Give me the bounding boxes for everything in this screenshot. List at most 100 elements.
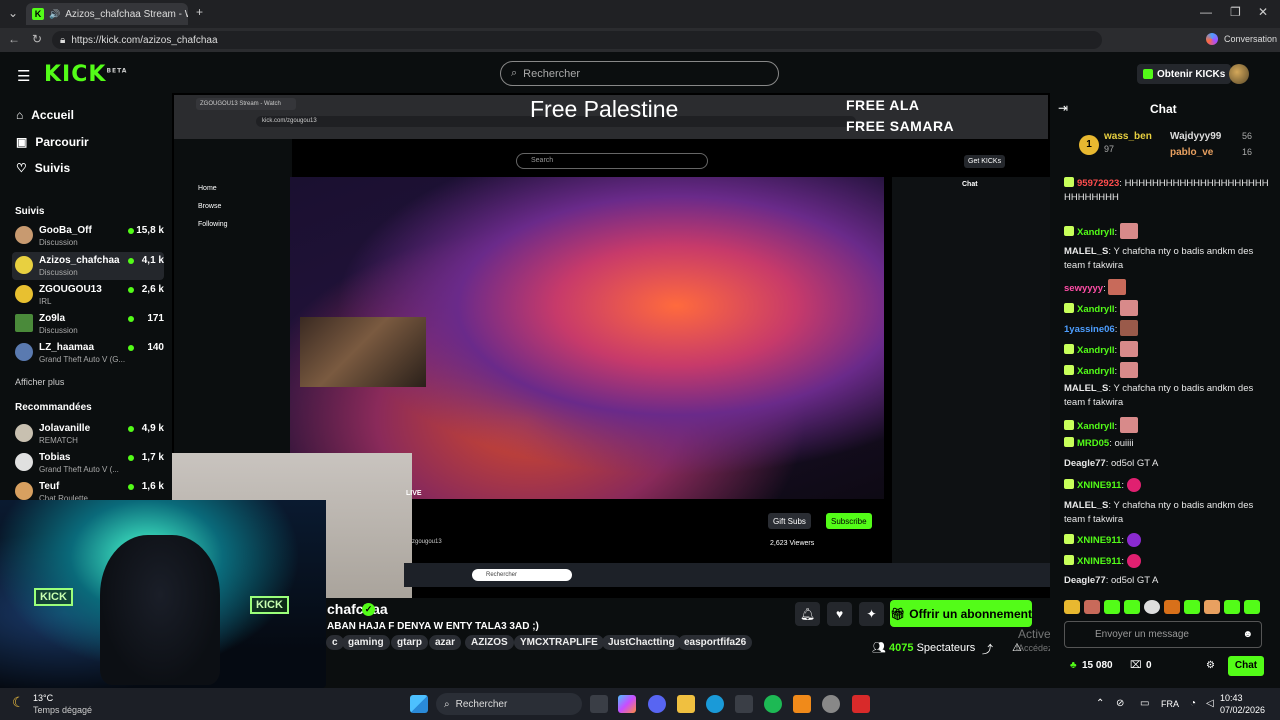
maximize-icon[interactable]: ❐ [1230, 5, 1241, 19]
nav-browse[interactable]: ▣ Parcourir [16, 135, 89, 149]
chat-user[interactable]: Deagle77 [1064, 458, 1106, 469]
obs-icon[interactable] [822, 695, 840, 713]
show-more-link[interactable]: Afficher plus [15, 377, 64, 387]
emote-icon[interactable] [1104, 600, 1120, 614]
recommended-title: Recommandées [15, 402, 92, 413]
emote-icon[interactable] [1124, 600, 1140, 614]
chat-user[interactable]: MALEL_S [1064, 246, 1108, 257]
tag-gtarp[interactable]: gtarp [391, 635, 428, 650]
browser-tab[interactable]: K 🔊 Azizos_chafchaa Stream - Wa ✕ [26, 3, 188, 25]
chat-user[interactable]: Xandryll [1077, 304, 1115, 315]
chat-user[interactable]: XNINE911 [1077, 556, 1121, 567]
volume-icon[interactable]: ◁ [1206, 698, 1214, 709]
language-indicator[interactable]: FRA [1161, 699, 1179, 709]
chat-user[interactable]: MALEL_S [1064, 383, 1108, 394]
channel-title[interactable]: chafchaa [327, 601, 388, 617]
chat-user[interactable]: Xandryll [1077, 421, 1115, 432]
tag-azar[interactable]: azar [429, 635, 462, 650]
chat-user[interactable]: sewyyyy [1064, 283, 1103, 294]
sidebar-channel[interactable]: Tobias Grand Theft Auto V (... 1,7 k [12, 449, 164, 477]
chat-user[interactable]: MRD05 [1077, 438, 1109, 449]
chat-tray-icon[interactable]: ▭ [1140, 698, 1149, 709]
url-field[interactable]: 🔒︎ https://kick.com/azizos_chafchaa [52, 31, 1102, 49]
channel-category: IRL [39, 297, 52, 306]
tab-list-icon[interactable]: ⌄ [8, 6, 18, 20]
sidebar-channel[interactable]: LZ_haamaa Grand Theft Auto V (G... 140 [12, 339, 164, 367]
tag-c[interactable]: c [326, 635, 344, 650]
copilot-icon[interactable] [1206, 33, 1218, 45]
sidebar-channel-active[interactable]: Azizos_chafchaa Discussion 4,1 k [12, 252, 164, 280]
edge-icon[interactable] [706, 695, 724, 713]
store-icon[interactable] [735, 695, 753, 713]
back-icon[interactable]: ← [8, 32, 20, 46]
sidebar-channel[interactable]: ZGOUGOU13 IRL 2,6 k [12, 281, 164, 309]
get-kicks-button[interactable]: Obtenir KICKs [1137, 64, 1232, 84]
sidebar-channel[interactable]: GooBa_Off Discussion 15,8 k [12, 222, 164, 250]
chat-user[interactable]: XNINE911 [1077, 535, 1121, 546]
tag-gaming[interactable]: gaming [342, 635, 390, 650]
chat-user[interactable]: Xandryll [1077, 227, 1115, 238]
chat-user[interactable]: Xandryll [1077, 345, 1115, 356]
menu-icon[interactable]: ☰ [17, 67, 30, 85]
chat-user[interactable]: XNINE911 [1077, 480, 1121, 491]
sidebar-channel[interactable]: Jolavanille REMATCH 4,9 k [12, 420, 164, 448]
chat-user[interactable]: 95972923 [1077, 178, 1119, 189]
chat-user[interactable]: Deagle77 [1064, 575, 1106, 586]
wifi-icon[interactable]: ◔ [1190, 698, 1196, 709]
tray-arrow-icon[interactable]: ⌃ [1096, 698, 1104, 709]
task-view-icon[interactable] [590, 695, 608, 713]
windows-start-icon[interactable] [410, 695, 428, 713]
sidebar-channel[interactable]: Zo9la Discussion 171 [12, 310, 164, 338]
tag-justchactting[interactable]: JustChactting [602, 635, 681, 650]
clock-date[interactable]: 07/02/2026 [1220, 705, 1265, 715]
send-chat-button[interactable]: Chat [1228, 656, 1264, 676]
chat-user[interactable]: MALEL_S [1064, 500, 1108, 511]
emoji-picker-icon[interactable]: ☻ [1242, 629, 1253, 640]
spotify-icon[interactable] [764, 695, 782, 713]
emote-icon[interactable] [1184, 600, 1200, 614]
chat-message-input[interactable]: Envoyer un message ☻ [1064, 621, 1262, 648]
emote-icon[interactable] [1084, 600, 1100, 614]
emote-icon[interactable] [1204, 600, 1220, 614]
emote-icon[interactable] [1064, 600, 1080, 614]
discord-icon[interactable] [648, 695, 666, 713]
nav-following[interactable]: ♡ Suivis [16, 161, 70, 175]
viewer-count: 2,6 k [141, 284, 164, 295]
gift-subscription-button[interactable]: 🎁︎ Offrir un abonnement [890, 600, 1032, 627]
notification-bell-button[interactable]: 🔔︎ [795, 602, 820, 626]
gift-box-icon[interactable]: ⌧ [1130, 660, 1142, 671]
copilot-taskbar-icon[interactable] [618, 695, 636, 713]
chat-user[interactable]: Xandryll [1077, 366, 1115, 377]
network-icon[interactable]: ⊘ [1116, 698, 1124, 709]
close-window-icon[interactable]: ✕ [1258, 5, 1268, 19]
refresh-icon[interactable]: ↻ [32, 32, 42, 46]
emote-icon[interactable] [1244, 600, 1260, 614]
avatar [15, 226, 33, 244]
chat-settings-icon[interactable]: ⚙ [1206, 660, 1215, 671]
follow-heart-button[interactable]: ♥ [827, 602, 852, 626]
vlc-icon[interactable] [793, 695, 811, 713]
clock-time[interactable]: 10:43 [1220, 693, 1243, 703]
nav-home[interactable]: ⌂ Accueil [16, 108, 74, 122]
weather-temp[interactable]: 13°C [33, 693, 53, 703]
emote-icon[interactable] [1164, 600, 1180, 614]
user-avatar[interactable] [1229, 64, 1249, 84]
taskbar-search[interactable]: ⌕ Rechercher [436, 693, 582, 715]
collapse-chat-icon[interactable]: ⇥ [1058, 101, 1068, 115]
emote-icon[interactable] [1144, 600, 1160, 614]
tag-azizos[interactable]: AZIZOS [465, 635, 514, 650]
app-icon[interactable] [852, 695, 870, 713]
share-icon[interactable]: ⤴ [982, 641, 993, 657]
emote-icon[interactable] [1224, 600, 1240, 614]
audio-icon[interactable]: 🔊 [49, 9, 60, 20]
minimize-icon[interactable]: — [1200, 5, 1212, 19]
kick-logo[interactable]: KICKBETA [44, 62, 127, 87]
tag-ymcxtraplife[interactable]: YMCXTRAPLIFE [514, 635, 604, 650]
search-input[interactable]: ⌕ Rechercher [500, 61, 779, 86]
chat-user[interactable]: 1yassine06 [1064, 324, 1115, 335]
file-explorer-icon[interactable] [677, 695, 695, 713]
tag-easportfifa26[interactable]: easportfifa26 [678, 635, 753, 650]
more-actions-button[interactable]: ✦ [859, 602, 884, 626]
conversation-button[interactable]: Conversation [1224, 34, 1277, 44]
new-tab-button[interactable]: + [196, 5, 203, 19]
